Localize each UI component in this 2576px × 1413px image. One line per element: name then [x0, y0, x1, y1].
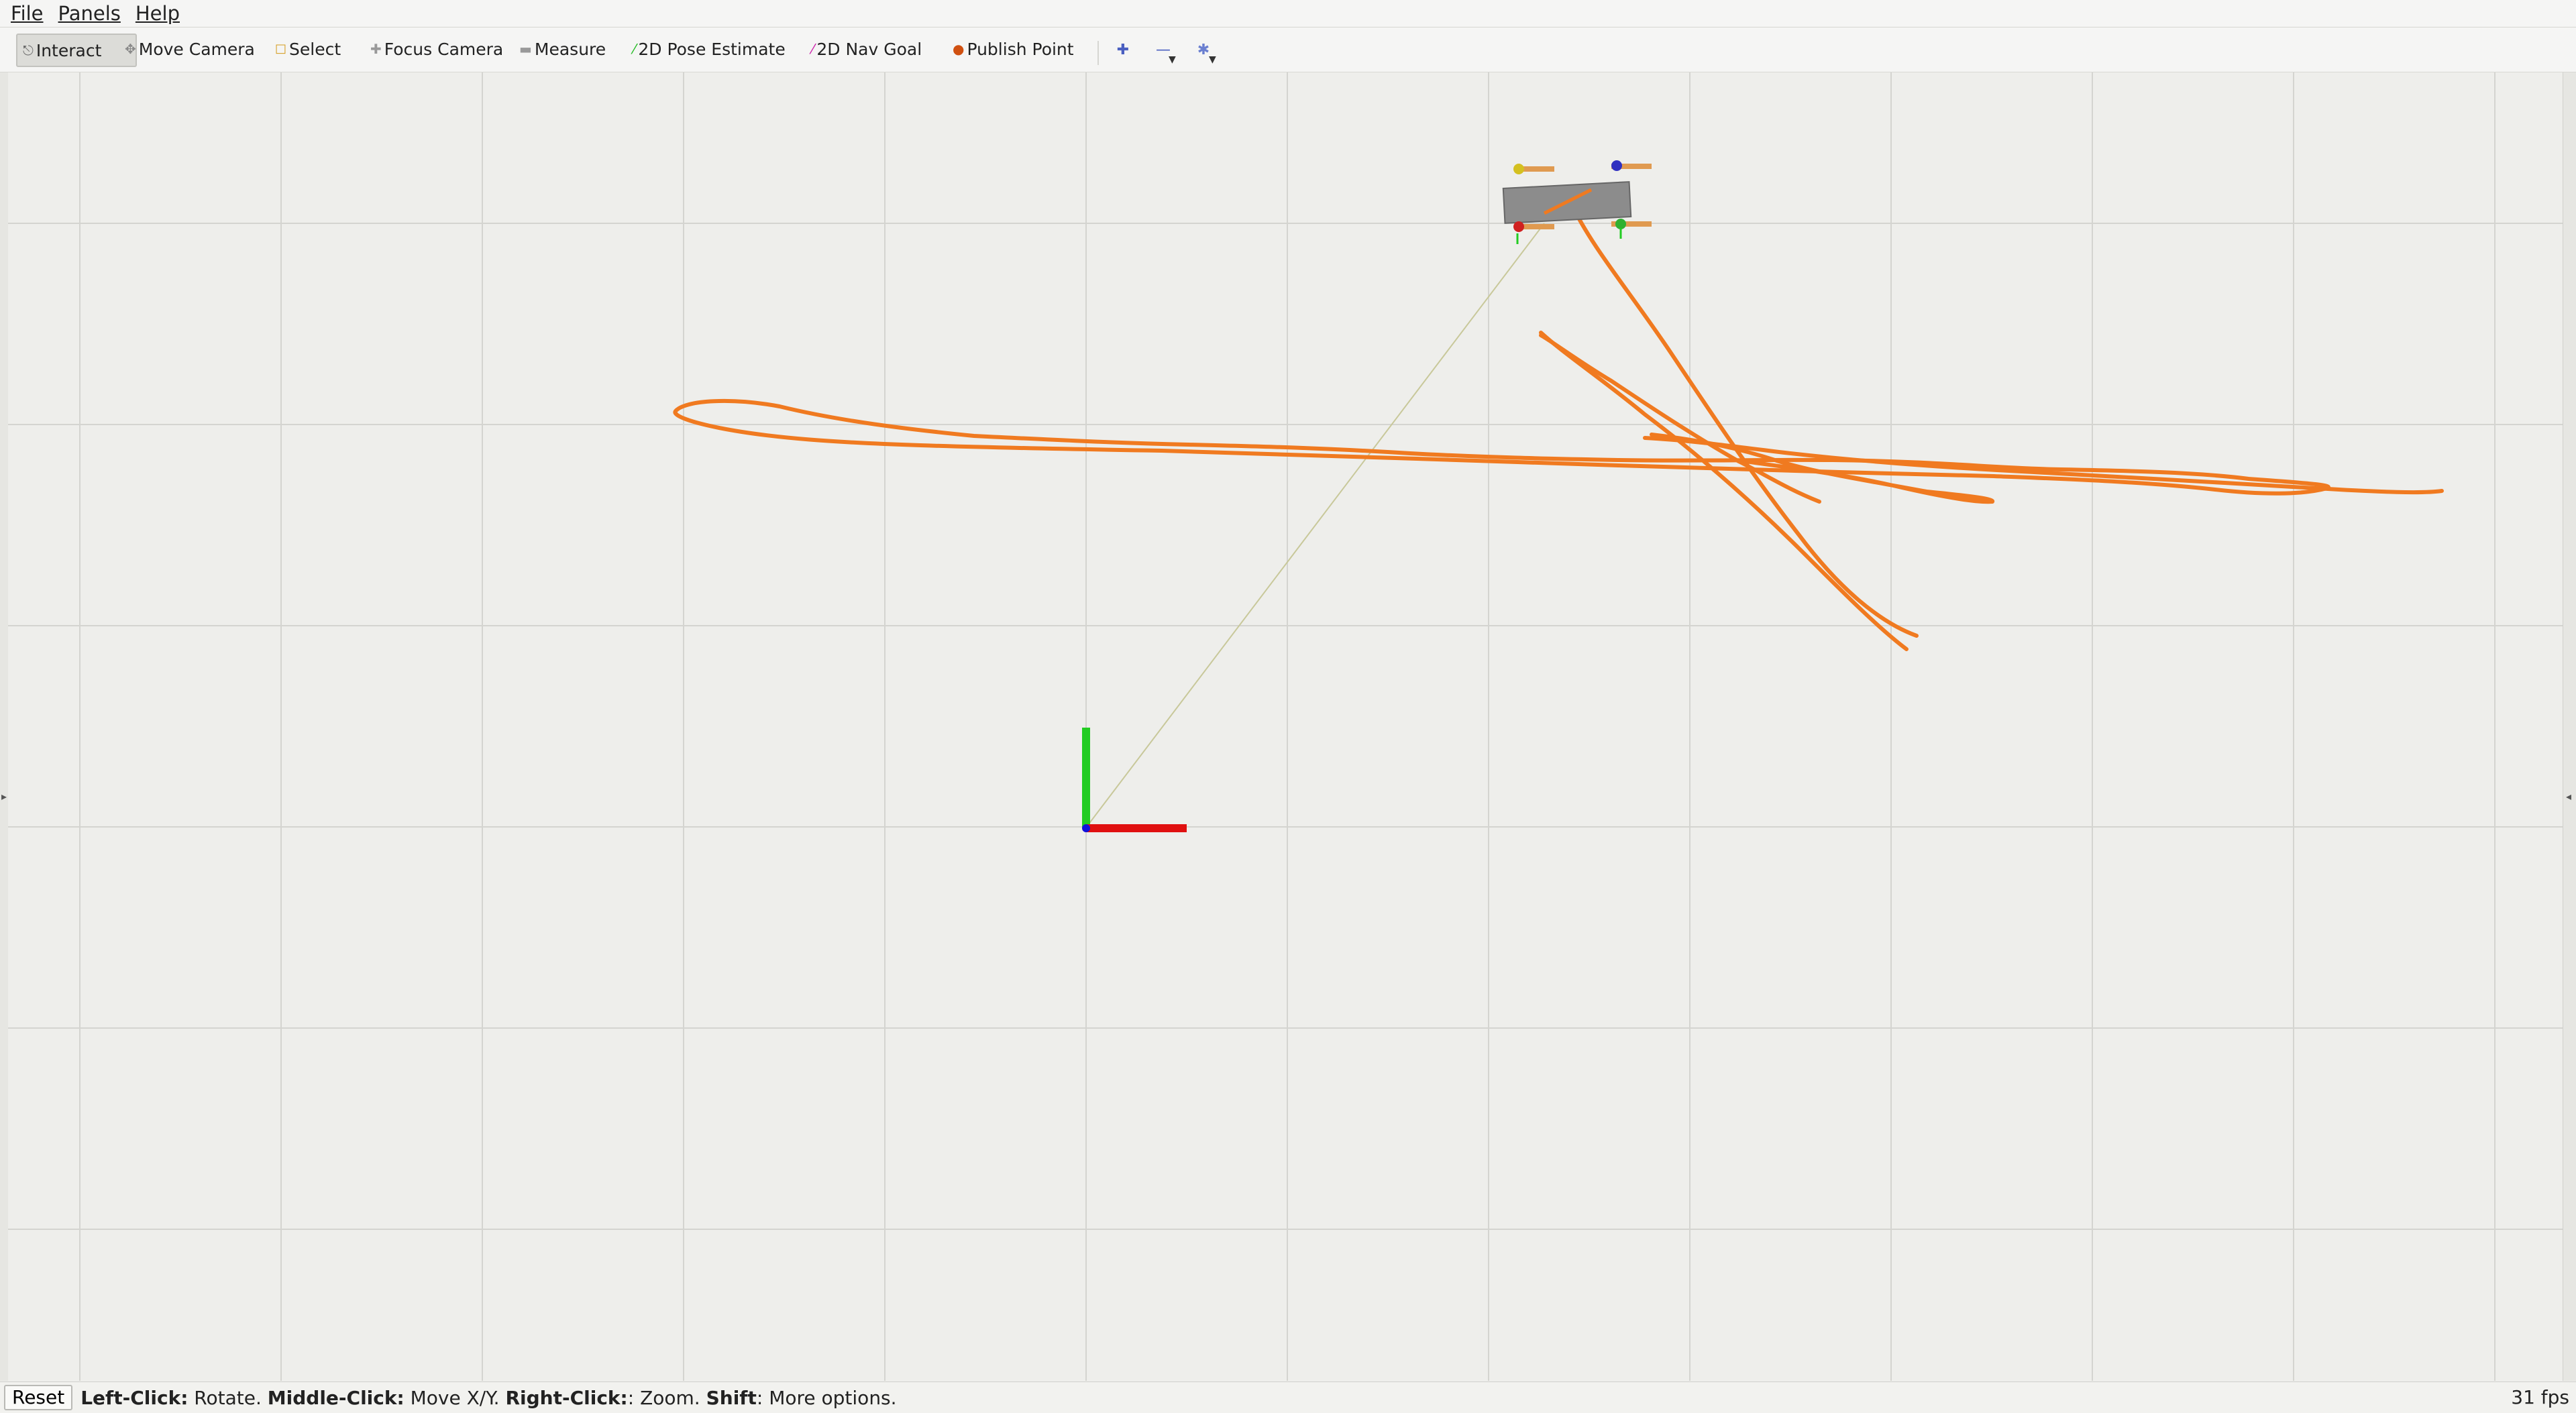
tool-publish-point[interactable]: ● Publish Point: [953, 34, 1074, 64]
trajectory-diagonal-3: [1539, 333, 1821, 504]
trajectory-diagonal-2: [1569, 201, 1919, 638]
menu-help[interactable]: Help: [126, 0, 185, 27]
fps-counter: 31 fps: [2511, 1386, 2569, 1408]
measure-icon: ▬: [519, 41, 532, 57]
tool-focus-camera[interactable]: ✚ Focus Camera: [370, 34, 503, 64]
render-canvas[interactable]: [8, 72, 2563, 1381]
tool-interact[interactable]: ⎋ Interact: [16, 34, 137, 67]
add-tool-icon[interactable]: ✚: [1110, 38, 1136, 65]
3d-viewport[interactable]: [8, 72, 2563, 1381]
toolbar: ⎋ Interact ✥ Move Camera □ Select ✚ Focu…: [0, 27, 2576, 73]
trajectory-paths: [673, 201, 2444, 651]
chevron-down-icon[interactable]: ▼: [1209, 54, 1216, 65]
right-dock-handle[interactable]: ◂: [2563, 72, 2576, 1381]
expand-left-icon[interactable]: ▸: [1, 790, 7, 803]
tool-measure[interactable]: ▬ Measure: [519, 34, 606, 64]
origin-axes: [1082, 728, 1187, 832]
toolbar-separator: [1097, 41, 1099, 65]
grid: [8, 72, 2563, 1381]
tool-move-camera[interactable]: ✥ Move Camera: [125, 34, 255, 64]
menu-panels[interactable]: Panels: [49, 0, 126, 27]
interact-icon: ⎋: [23, 42, 34, 58]
menu-file[interactable]: File: [0, 0, 49, 27]
nav-goal-icon: ⁄: [812, 41, 814, 57]
menu-bar: File Panels Help: [0, 0, 2576, 27]
status-bar: Reset Left-Click: Rotate. Middle-Click: …: [0, 1381, 2576, 1413]
trajectory-long: [673, 398, 2330, 496]
status-hint: Left-Click: Rotate. Middle-Click: Move X…: [80, 1386, 897, 1409]
robot-model: [1502, 160, 1652, 244]
tf-link-line: [1085, 223, 1545, 828]
reset-button[interactable]: Reset: [4, 1385, 73, 1410]
pose-estimate-icon: ⁄: [633, 41, 636, 57]
focus-camera-icon: ✚: [370, 41, 382, 57]
tool-2d-nav-goal[interactable]: ⁄ 2D Nav Goal: [812, 34, 922, 64]
tool-2d-pose-estimate[interactable]: ⁄ 2D Pose Estimate: [633, 34, 786, 64]
chevron-down-icon[interactable]: ▼: [1169, 54, 1176, 65]
publish-point-icon: ●: [953, 41, 965, 57]
expand-right-icon[interactable]: ◂: [2566, 790, 2571, 803]
move-camera-icon: ✥: [125, 41, 136, 57]
tool-select[interactable]: □ Select: [275, 34, 341, 64]
select-icon: □: [275, 42, 287, 56]
trajectory-diagonal-1: [1539, 331, 1909, 651]
